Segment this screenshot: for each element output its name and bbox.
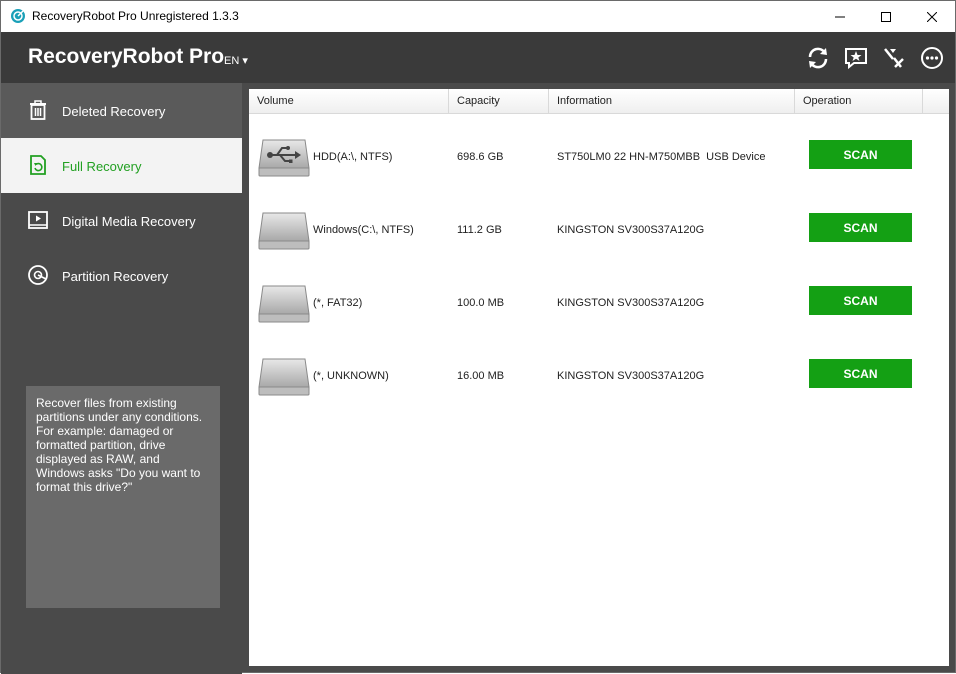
volume-table: Volume Capacity Information Operation HD… <box>249 89 949 666</box>
partition-icon <box>28 265 48 285</box>
volume-capacity: 111.2 GB <box>457 224 502 236</box>
maximize-button[interactable] <box>863 1 909 32</box>
close-button[interactable] <box>909 1 955 32</box>
volume-capacity: 698.6 GB <box>457 151 504 163</box>
brand-title: RecoveryRobot Pro <box>28 45 225 68</box>
table-row[interactable]: HDD(A:\, NTFS) 698.6 GB ST750LM0 22 HN-M… <box>249 116 949 189</box>
volume-information: KINGSTON SV300S37A120G <box>557 370 705 382</box>
sidebar-item-deleted-recovery[interactable]: Deleted Recovery <box>1 83 242 138</box>
column-header-volume[interactable]: Volume <box>249 89 449 113</box>
table-row[interactable]: (*, UNKNOWN) 16.00 MB KINGSTON SV300S37A… <box>249 335 949 408</box>
app-window: RecoveryRobot Pro Unregistered 1.3.3 Rec… <box>0 0 956 674</box>
sidebar-item-partition-recovery[interactable]: Partition Recovery <box>1 248 242 303</box>
title-bar: RecoveryRobot Pro Unregistered 1.3.3 <box>1 1 955 32</box>
column-header-operation[interactable]: Operation <box>795 89 923 113</box>
scan-button[interactable]: SCAN <box>809 140 912 169</box>
sidebar-item-label: Digital Media Recovery <box>62 214 196 229</box>
tools-icon[interactable] <box>881 45 907 71</box>
volume-name: Windows(C:\, NTFS) <box>313 224 414 236</box>
scan-button[interactable]: SCAN <box>809 286 912 315</box>
column-header-information[interactable]: Information <box>549 89 795 113</box>
table-row[interactable]: (*, FAT32) 100.0 MB KINGSTON SV300S37A12… <box>249 262 949 335</box>
mode-description: Recover files from existing partitions u… <box>26 386 220 608</box>
volume-name: HDD(A:\, NTFS) <box>313 151 393 163</box>
minimize-button[interactable] <box>817 1 863 32</box>
sidebar-item-label: Partition Recovery <box>62 269 169 284</box>
volume-name: (*, UNKNOWN) <box>313 370 389 382</box>
language-selector[interactable]: EN ▾ <box>224 54 248 67</box>
app-logo-icon <box>11 9 25 23</box>
hard-drive-icon <box>258 285 310 323</box>
column-header-capacity[interactable]: Capacity <box>449 89 549 113</box>
more-icon[interactable] <box>919 45 945 71</box>
volume-capacity: 16.00 MB <box>457 370 505 382</box>
table-row[interactable]: Windows(C:\, NTFS) 111.2 GB KINGSTON SV3… <box>249 189 949 262</box>
maximize-icon <box>881 11 891 22</box>
usb-drive-icon <box>258 139 310 177</box>
trash-icon <box>30 100 46 120</box>
close-icon <box>927 11 937 22</box>
window-title: RecoveryRobot Pro Unregistered 1.3.3 <box>32 9 239 23</box>
hard-drive-icon <box>258 358 310 396</box>
volume-information: KINGSTON SV300S37A120G <box>557 224 705 236</box>
sidebar-item-digital-media-recovery[interactable]: Digital Media Recovery <box>1 193 242 248</box>
file-refresh-icon <box>30 155 46 175</box>
volume-name: (*, FAT32) <box>313 297 363 309</box>
volume-information: ST750LM0 22 HN-M750MBB USB Device <box>557 151 766 163</box>
scan-button[interactable]: SCAN <box>809 359 912 388</box>
scan-button[interactable]: SCAN <box>809 213 912 242</box>
minimize-icon <box>835 16 845 17</box>
sidebar-item-label: Deleted Recovery <box>62 104 166 119</box>
sidebar: Deleted Recovery Full Recovery Digital M… <box>1 83 242 674</box>
feedback-icon[interactable] <box>843 45 869 71</box>
app-header: RecoveryRobot Pro EN ▾ <box>1 32 955 83</box>
sidebar-item-label: Full Recovery <box>62 159 142 174</box>
sidebar-item-full-recovery[interactable]: Full Recovery <box>1 138 242 193</box>
volume-information: KINGSTON SV300S37A120G <box>557 297 705 309</box>
hard-drive-icon <box>258 212 310 250</box>
media-icon <box>28 211 48 229</box>
table-header: Volume Capacity Information Operation <box>249 89 949 114</box>
volume-capacity: 100.0 MB <box>457 297 505 309</box>
refresh-icon[interactable] <box>805 45 831 71</box>
